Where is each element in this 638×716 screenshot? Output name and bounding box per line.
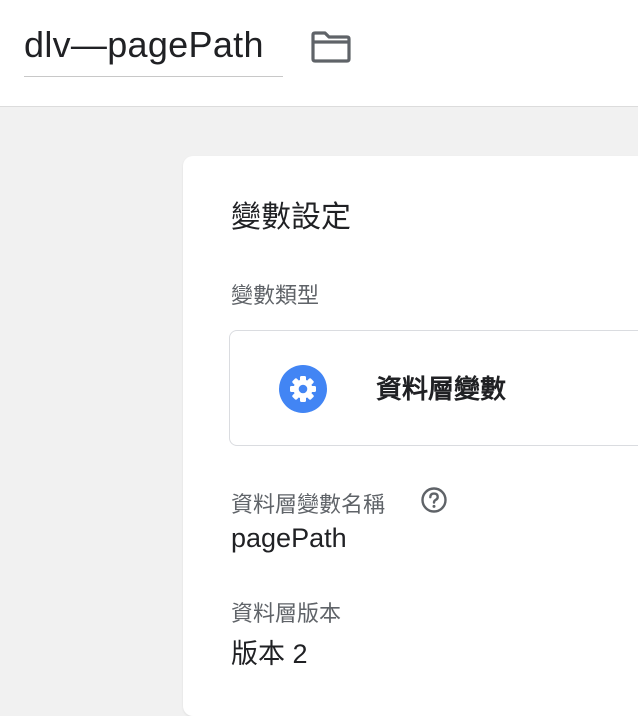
dlv-name-label: 資料層變數名稱 — [231, 492, 386, 517]
variable-name-input[interactable]: dlv—pagePath — [24, 22, 283, 77]
variable-type-label: 變數類型 — [231, 283, 320, 308]
dlv-name-value: pagePath — [231, 523, 347, 553]
variable-type-selector[interactable]: 資料層變數 — [229, 330, 638, 446]
variable-name-text[interactable]: dlv—pagePath — [24, 22, 283, 68]
card-title: 變數設定 — [231, 201, 351, 234]
help-icon[interactable] — [420, 486, 448, 514]
dlv-version-value: 版本 2 — [231, 639, 308, 669]
variable-config-card: 變數設定 變數類型 資料層變數 資料層變數名稱 pagePath 資料層版本 版… — [183, 156, 638, 716]
folder-icon[interactable] — [310, 30, 352, 64]
header-bar: dlv—pagePath — [0, 0, 638, 107]
dlv-version-label: 資料層版本 — [231, 601, 342, 626]
gear-icon — [279, 365, 327, 413]
variable-type-name: 資料層變數 — [376, 374, 507, 404]
